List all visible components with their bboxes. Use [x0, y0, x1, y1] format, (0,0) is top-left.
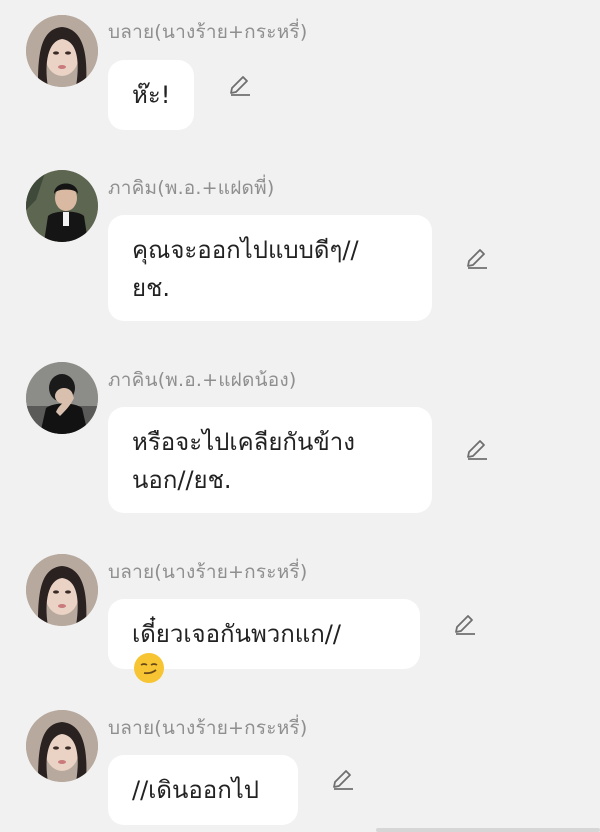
bottom-edge-bar: [376, 828, 600, 832]
pencil-icon[interactable]: [225, 72, 253, 100]
pencil-icon[interactable]: [450, 611, 478, 639]
message-text-line: หรือจะไปเคลียกันข้าง: [132, 428, 355, 456]
sender-name: บลาย(นางร้าย+กระหรี่): [108, 21, 308, 43]
avatar[interactable]: [26, 554, 98, 626]
message-text-line: ยช.: [132, 274, 170, 302]
message-bubble[interactable]: หรือจะไปเคลียกันข้าง นอก//ยช.: [108, 407, 432, 513]
message-text: เดี๋ยวเจอกันพวกแก//: [132, 615, 396, 683]
message-bubble[interactable]: คุณจะออกไปแบบดีๆ// ยช.: [108, 215, 432, 321]
sender-name: บลาย(นางร้าย+กระหรี่): [108, 717, 308, 739]
message-text-line: คุณจะออกไปแบบดีๆ//: [132, 236, 359, 264]
woman-avatar-image: [26, 15, 98, 87]
message-text: //เดินออกไป: [132, 776, 260, 804]
pencil-icon[interactable]: [328, 766, 356, 794]
message-text: ห๊ะ!: [132, 81, 171, 109]
smirking-face-emoji: [134, 653, 164, 683]
woman-avatar-image: [26, 710, 98, 782]
sender-name: ภาคิน(พ.อ.+แฝดน้อง): [108, 369, 297, 391]
avatar[interactable]: [26, 710, 98, 782]
sender-name: บลาย(นางร้าย+กระหรี่): [108, 561, 308, 583]
woman-avatar-image: [26, 554, 98, 626]
message-text-line: นอก//ยช.: [132, 466, 232, 494]
message-bubble[interactable]: ห๊ะ!: [108, 60, 194, 130]
sender-name: ภาคิม(พ.อ.+แฝดพี่): [108, 177, 275, 199]
man-avatar-image: [26, 170, 98, 242]
pencil-icon[interactable]: [462, 436, 490, 464]
message-bubble[interactable]: เดี๋ยวเจอกันพวกแก//: [108, 599, 420, 683]
avatar[interactable]: [26, 170, 98, 242]
man-covering-face-avatar-image: [26, 362, 98, 434]
pencil-icon[interactable]: [462, 245, 490, 273]
avatar[interactable]: [26, 15, 98, 87]
message-bubble[interactable]: //เดินออกไป: [108, 755, 298, 825]
avatar[interactable]: [26, 362, 98, 434]
